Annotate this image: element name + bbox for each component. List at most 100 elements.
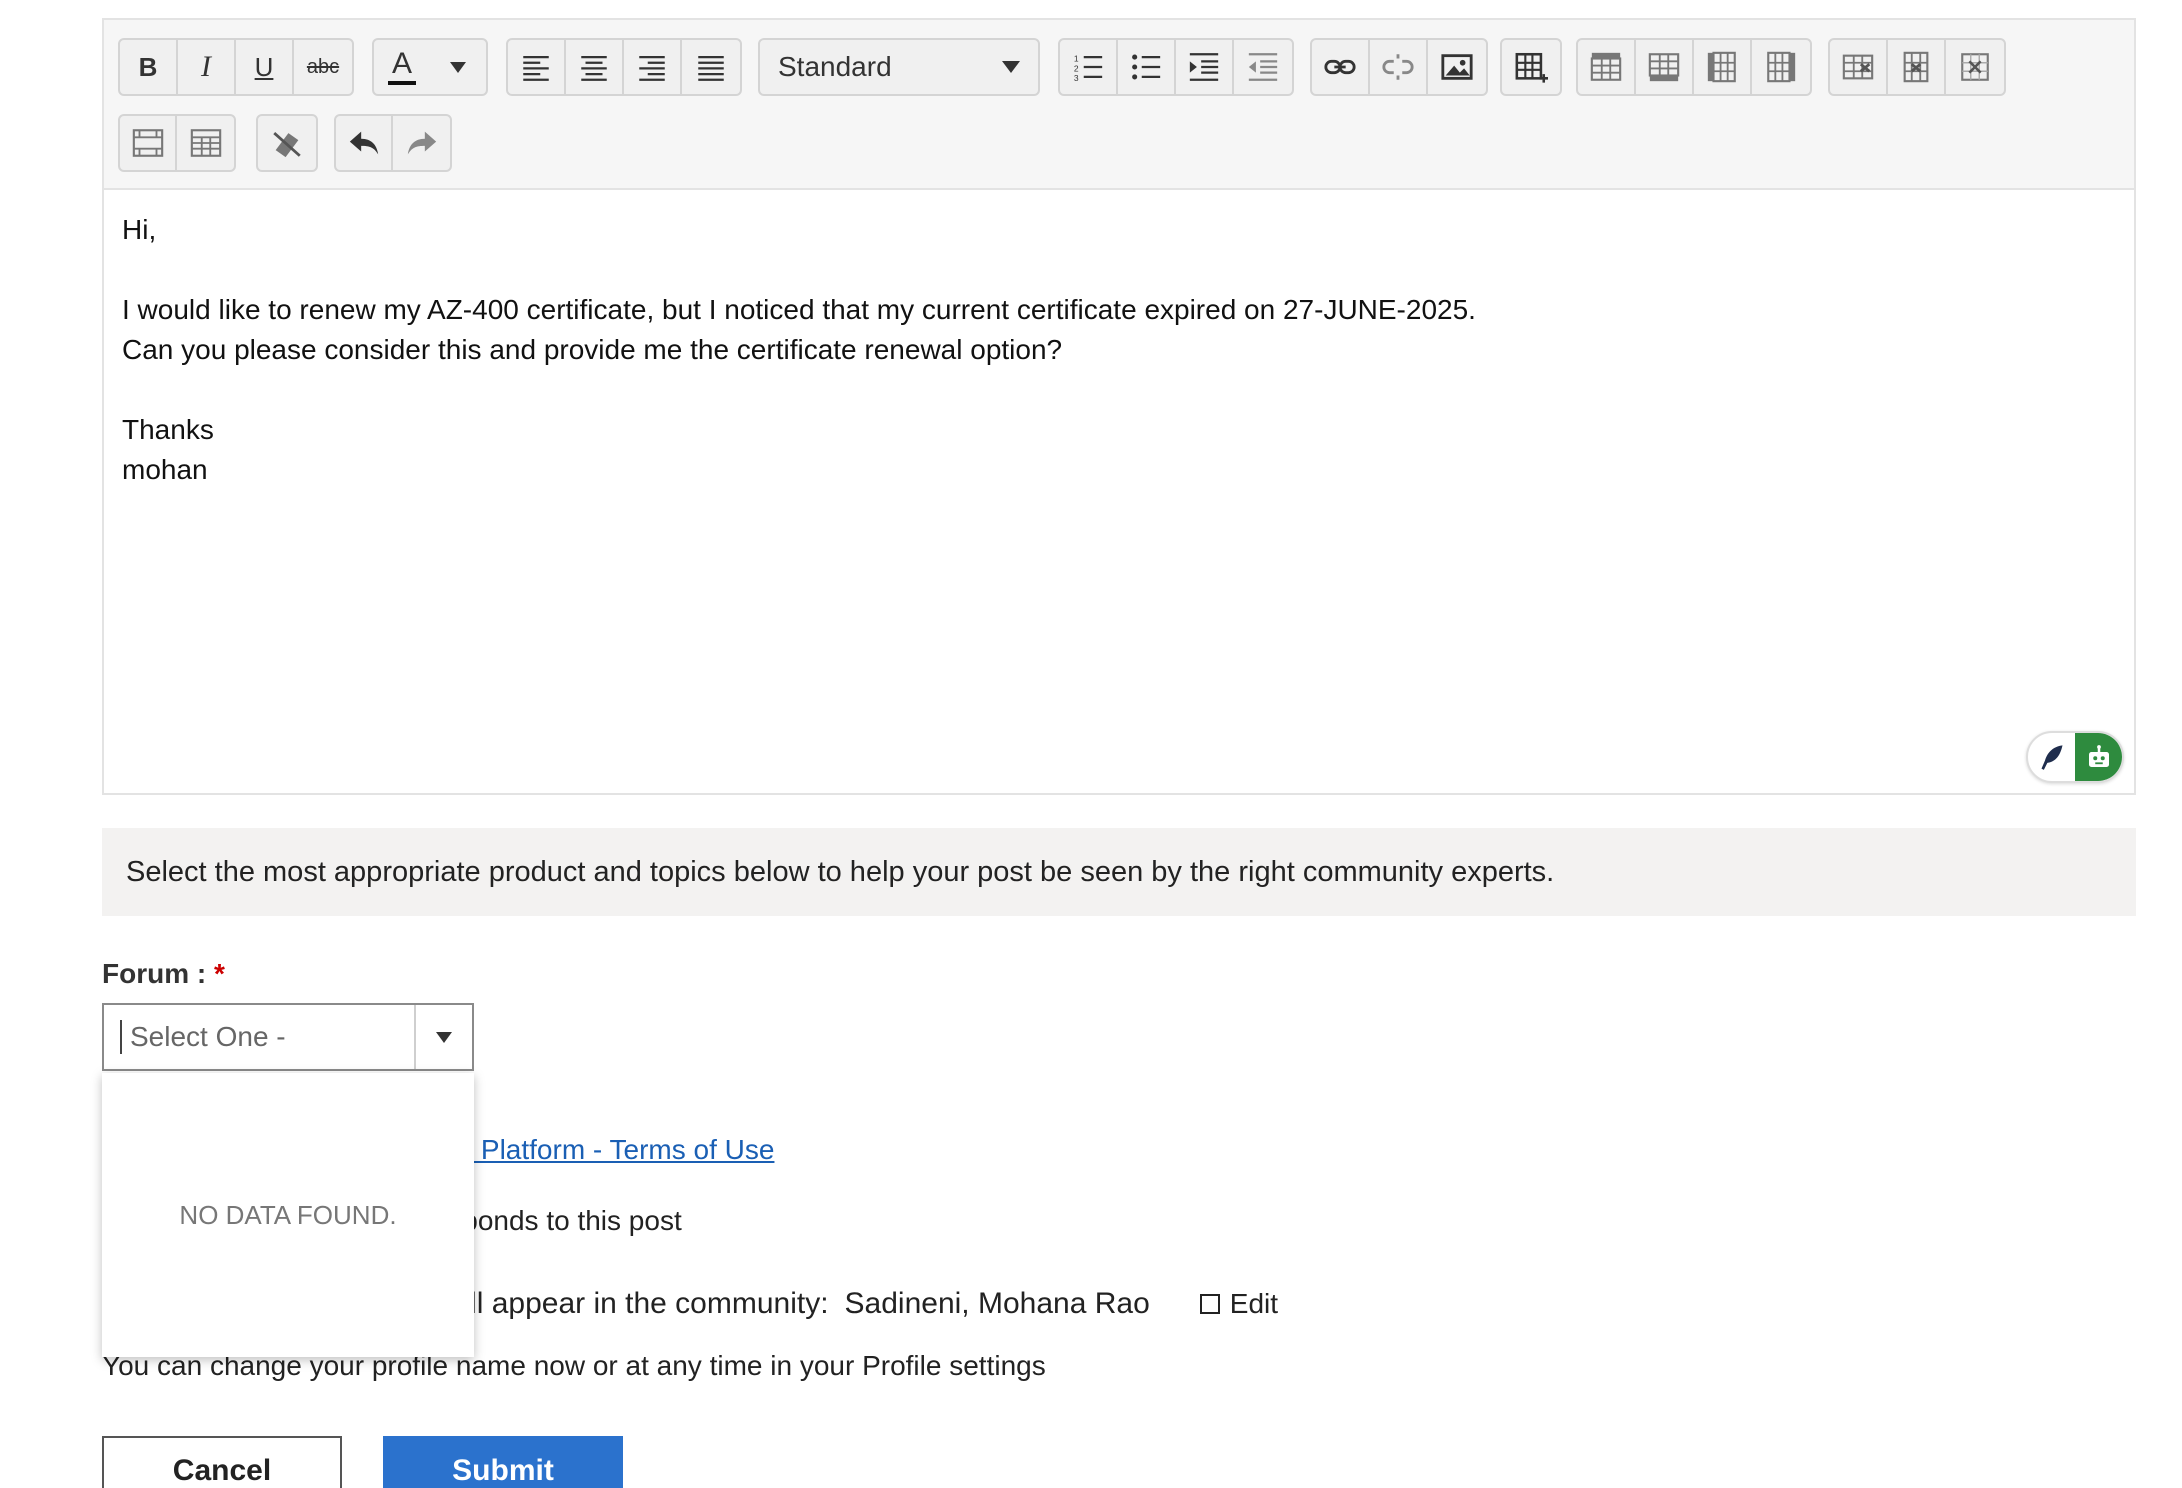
ordered-list-icon: 123 [1074, 53, 1103, 83]
column-right-icon [1767, 51, 1796, 83]
list-group: 123 [1058, 38, 1294, 96]
font-color-button[interactable]: A [374, 40, 430, 94]
strikethrough-button[interactable]: abc [294, 40, 352, 94]
font-color-bar [388, 81, 416, 85]
paragraph-format-select[interactable]: Standard [758, 38, 1040, 96]
delete-column-icon [1903, 51, 1929, 83]
alignment-group [506, 38, 742, 96]
eraser-icon [273, 132, 301, 158]
insert-row-above-button[interactable] [1578, 40, 1636, 94]
align-center-button[interactable] [566, 40, 624, 94]
format-select-value: Standard [778, 51, 892, 82]
align-justify-icon [698, 55, 724, 81]
delete-row-button[interactable] [1830, 40, 1888, 94]
topic-help-text: Select the most appropriate product and … [126, 855, 1555, 888]
font-color-group: A [372, 38, 488, 96]
forum-label: Forum : * [102, 958, 225, 990]
row-below-icon [1648, 53, 1680, 82]
insert-group [1310, 38, 1488, 96]
align-right-button[interactable] [624, 40, 682, 94]
align-center-icon [581, 55, 607, 81]
editor-content[interactable]: Hi, I would like to renew my AZ-400 cert… [122, 210, 2116, 490]
bold-button[interactable]: B [120, 40, 178, 94]
delete-row-icon [1842, 54, 1874, 80]
display-name-value: Sadineni, Mohana Rao [844, 1287, 1150, 1320]
editor-line: Hi, [122, 214, 157, 245]
edit-label: Edit [1229, 1288, 1279, 1319]
required-asterisk: * [214, 958, 225, 989]
bullet-list-button[interactable] [1118, 40, 1176, 94]
svg-text:2: 2 [1074, 63, 1079, 73]
image-icon [1441, 54, 1473, 80]
link-icon [1324, 59, 1356, 75]
rich-text-editor: B I U abc A Standard 1 2 3 Hi, I would l… [102, 18, 2136, 795]
edit-icon [1199, 1294, 1220, 1314]
ai-assist-pill [2026, 731, 2124, 783]
indent-button[interactable] [1176, 40, 1234, 94]
redo-icon [407, 131, 436, 155]
merge-cells-icon [132, 129, 163, 157]
justify-button[interactable] [682, 40, 740, 94]
forum-select[interactable]: Select One - [102, 1003, 474, 1071]
unlink-button[interactable] [1370, 40, 1428, 94]
editor-toolbar: B I U abc A Standard 1 2 3 [104, 20, 2134, 190]
forum-select-toggle[interactable] [414, 1005, 472, 1069]
editor-line: I would like to renew my AZ-400 certific… [122, 294, 1476, 325]
font-color-dropdown[interactable] [430, 40, 486, 94]
undo-button[interactable] [336, 116, 394, 170]
insert-column-right-button[interactable] [1752, 40, 1810, 94]
merge-cells-button[interactable] [120, 116, 178, 170]
unlink-icon [1382, 54, 1414, 80]
italic-button[interactable]: I [178, 40, 236, 94]
svg-text:3: 3 [1074, 73, 1079, 83]
outdent-icon [1248, 53, 1278, 81]
svg-text:1: 1 [1074, 53, 1079, 63]
submit-button[interactable]: Submit [383, 1436, 623, 1488]
edit-name-button[interactable]: Edit [1199, 1288, 1279, 1320]
outdent-button[interactable] [1234, 40, 1292, 94]
cancel-button[interactable]: Cancel [102, 1436, 342, 1488]
font-color-letter: A [391, 47, 412, 80]
chevron-down-icon [436, 1031, 452, 1043]
bullet-list-icon [1132, 54, 1161, 80]
delete-table-button[interactable] [1946, 40, 2004, 94]
table-add-icon [1515, 52, 1548, 83]
topic-help-banner: Select the most appropriate product and … [102, 828, 2136, 916]
undo-icon [349, 131, 378, 155]
insert-image-button[interactable] [1428, 40, 1486, 94]
editor-line: Can you please consider this and provide… [122, 334, 1063, 365]
clear-format-group [256, 114, 318, 172]
copilot-bot-button[interactable] [2075, 733, 2122, 781]
insert-link-button[interactable] [1312, 40, 1370, 94]
quill-icon [2041, 745, 2062, 770]
split-cells-button[interactable] [177, 116, 234, 170]
no-data-message: NO DATA FOUND. [179, 1199, 397, 1230]
insert-table-button[interactable] [1502, 40, 1560, 94]
robot-icon [2088, 745, 2109, 767]
table-insert-group [1500, 38, 1562, 96]
clear-formatting-button[interactable] [258, 116, 316, 170]
insert-column-left-button[interactable] [1694, 40, 1752, 94]
table-rowcol-group [1576, 38, 1812, 96]
ordered-list-button[interactable]: 123 [1060, 40, 1118, 94]
split-cells-icon [190, 129, 221, 157]
chevron-down-icon [1002, 61, 1020, 73]
table-cell-group [118, 114, 236, 172]
forum-label-text: Forum : [102, 958, 207, 989]
align-left-icon [523, 55, 549, 81]
forum-select-input[interactable]: Select One - [120, 1020, 414, 1054]
delete-column-button[interactable] [1888, 40, 1946, 94]
display-name-line: ne will appear in the community: Sadinen… [400, 1287, 1278, 1321]
align-left-button[interactable] [508, 40, 566, 94]
editor-line [122, 250, 2116, 290]
column-left-icon [1707, 51, 1736, 83]
quill-button[interactable] [2028, 733, 2075, 781]
delete-table-icon [1961, 53, 1989, 81]
indent-icon [1189, 53, 1219, 81]
insert-row-below-button[interactable] [1636, 40, 1694, 94]
redo-button[interactable] [393, 116, 450, 170]
editor-line [122, 370, 2116, 410]
underline-button[interactable]: U [236, 40, 294, 94]
history-group [334, 114, 452, 172]
table-delete-group [1828, 38, 2006, 96]
